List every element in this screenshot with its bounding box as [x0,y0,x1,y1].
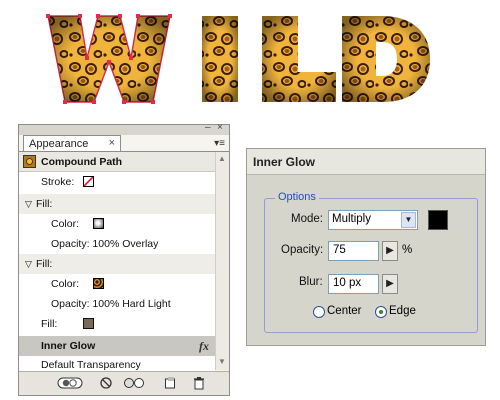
blur-label: Blur: [299,276,323,288]
color-label: Color: [51,218,80,230]
wild-artwork [46,14,430,104]
leopard-pattern-swatch[interactable] [93,278,104,289]
mode-value: Multiply [332,213,371,225]
tab-close-icon[interactable]: × [109,137,115,149]
fill-color-swatch[interactable] [83,318,94,329]
center-label[interactable]: Center [327,305,362,317]
edge-radio[interactable] [375,306,387,318]
minimize-icon[interactable]: – [205,122,211,133]
percent-unit: % [402,244,413,256]
opacity-row[interactable]: Opacity: 100% Overlay [19,234,215,254]
inner-glow-dialog: Inner Glow Options Mode: Multiply ▼ Opac… [246,148,486,346]
stroke-none-swatch[interactable] [83,176,94,187]
stroke-label: Stroke: [41,176,75,188]
blur-input[interactable]: 10 px [328,274,379,294]
letter-d [342,16,430,102]
fill-color-row[interactable]: Color: [19,214,215,234]
panel-scrollbar[interactable]: ▲ ▼ [215,152,229,370]
fill-label: Fill: [36,198,53,210]
fill-color-row[interactable]: Color: [19,274,215,294]
expand-triangle-icon[interactable]: ▽ [25,194,32,214]
fill-row-plain[interactable]: Fill: [19,314,215,334]
fill-row-overlay[interactable]: ▽ Fill: [19,194,215,214]
fill-label: Fill: [36,258,53,270]
panel-footer-toolbar [19,371,229,395]
clear-appearance-icon[interactable] [99,376,113,390]
opacity-hard-light-text: Opacity: 100% Hard Light [51,298,171,310]
color-label: Color: [51,278,80,290]
inner-glow-effect-row[interactable]: Inner Glow fx [19,336,215,356]
fx-icon[interactable]: fx [199,336,209,356]
scroll-down-icon[interactable]: ▼ [218,357,226,366]
opacity-row[interactable]: Opacity: 100% Hard Light [19,294,215,314]
center-radio[interactable] [313,306,325,318]
stroke-row[interactable]: Stroke: [19,172,215,192]
reduce-to-basic-icon[interactable] [123,376,145,390]
trash-icon[interactable] [193,376,205,390]
opacity-overlay-text: Opacity: 100% Overlay [51,238,159,250]
blur-arrow-button[interactable]: ▶ [382,274,398,294]
letter-w [46,14,172,104]
compound-path-row[interactable]: Compound Path [19,152,215,172]
expand-triangle-icon[interactable]: ▽ [25,254,32,274]
compound-path-label: Compound Path [41,156,123,168]
tab-appearance[interactable]: Appearance × [23,135,121,152]
chevron-down-icon[interactable]: ▼ [401,212,416,228]
mode-label: Mode: [291,213,323,225]
panel-menu-icon[interactable]: ▾≡ [214,138,225,149]
fill-row-hard-light[interactable]: ▽ Fill: [19,254,215,274]
toggle-icon[interactable] [57,376,83,390]
appearance-list: Compound Path Stroke: ▽ Fill: Color: Opa… [19,152,215,374]
gradient-swatch[interactable] [93,218,104,229]
letter-l [262,16,336,102]
appearance-panel: – × Appearance × ▾≡ Compound Path Stroke… [18,122,230,396]
mode-dropdown[interactable]: Multiply ▼ [328,210,418,230]
scroll-up-icon[interactable]: ▲ [218,154,226,163]
opacity-input[interactable]: 75 [328,241,379,261]
glow-color-swatch[interactable] [428,210,448,230]
close-icon[interactable]: × [217,122,223,133]
panel-title-bar[interactable]: – × [19,122,229,135]
opacity-label: Opacity: [281,244,324,256]
dialog-title[interactable]: Inner Glow [247,149,485,175]
inner-glow-label: Inner Glow [41,340,96,352]
options-legend: Options [275,191,319,203]
edge-label[interactable]: Edge [389,305,416,317]
object-thumbnail-icon [23,155,36,168]
opacity-arrow-button[interactable]: ▶ [382,241,398,261]
duplicate-item-icon[interactable] [164,376,176,390]
fill-label: Fill: [41,318,58,330]
letter-i [202,16,238,102]
tab-appearance-label: Appearance [29,138,89,150]
